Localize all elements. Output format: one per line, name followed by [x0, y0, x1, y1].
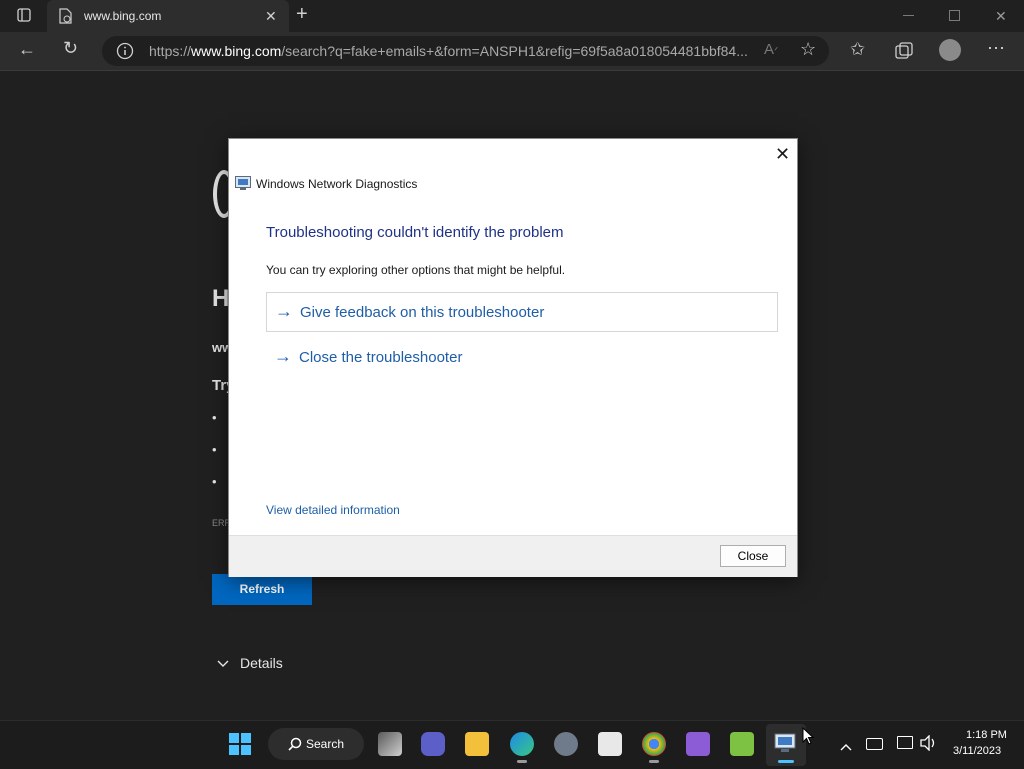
give-feedback-option[interactable]: → Give feedback on this troubleshooter — [266, 292, 778, 332]
network-diagnostics-icon — [235, 176, 251, 195]
option-label: Give feedback on this troubleshooter — [300, 304, 545, 321]
error-heading: H — [212, 285, 230, 312]
settings-icon[interactable] — [554, 732, 578, 756]
network-diagnostics-taskbar-icon[interactable] — [774, 733, 796, 758]
error-bullet: • — [212, 442, 217, 457]
network-icon[interactable] — [897, 736, 913, 749]
chrome-running-indicator — [649, 760, 659, 763]
task-view-icon[interactable] — [378, 732, 402, 756]
arrow-right-icon: → — [275, 301, 293, 321]
teams-chat-icon[interactable] — [421, 732, 445, 756]
dialog-close-icon[interactable]: ✕ — [775, 144, 790, 165]
read-aloud-icon[interactable]: Aᐟ — [764, 42, 778, 60]
close-button[interactable]: Close — [720, 545, 786, 567]
visual-studio-icon[interactable] — [686, 732, 710, 756]
site-info-icon[interactable] — [116, 42, 134, 65]
start-icon[interactable] — [228, 732, 252, 761]
edge-running-indicator — [517, 760, 527, 763]
search-label: Search — [306, 737, 345, 751]
new-tab-icon[interactable]: + — [296, 4, 308, 24]
dialog-footer — [229, 535, 797, 577]
clock-time[interactable]: 1:18 PM — [966, 729, 1007, 741]
dialog-description: You can try exploring other options that… — [266, 263, 566, 277]
page-favicon-icon — [58, 8, 72, 29]
microsoft-store-icon[interactable] — [598, 732, 622, 756]
chevron-down-icon[interactable] — [216, 656, 230, 674]
show-hidden-icons-chevron-icon[interactable] — [839, 739, 853, 757]
search-icon — [288, 737, 302, 756]
file-explorer-icon[interactable] — [465, 732, 489, 756]
add-favorite-icon[interactable]: ☆ — [800, 40, 816, 58]
chrome-icon[interactable] — [642, 732, 666, 756]
refresh-button[interactable]: Refresh — [212, 574, 312, 605]
profile-avatar[interactable] — [939, 39, 961, 61]
favorites-icon[interactable]: ✩ — [850, 40, 865, 58]
arrow-right-icon: → — [274, 346, 292, 366]
clock-date[interactable]: 3/11/2023 — [953, 745, 1001, 757]
tab-actions-icon[interactable] — [17, 8, 31, 26]
details-toggle[interactable]: Details — [240, 655, 283, 671]
mouse-cursor-icon — [802, 726, 815, 750]
minimize-icon[interactable] — [903, 15, 914, 16]
dialog-heading: Troubleshooting couldn't identify the pr… — [266, 224, 564, 241]
close-window-icon[interactable]: ✕ — [995, 8, 1007, 24]
restore-icon[interactable] — [949, 10, 960, 21]
dialog-title: Windows Network Diagnostics — [256, 177, 418, 191]
url-text: https://www.bing.com/search?q=fake+email… — [149, 43, 748, 59]
close-troubleshooter-option[interactable]: → Close the troubleshooter — [266, 338, 776, 376]
refresh-icon[interactable]: ↻ — [63, 39, 78, 57]
option-label: Close the troubleshooter — [299, 349, 463, 366]
active-app-indicator — [778, 760, 794, 763]
close-tab-icon[interactable]: ✕ — [265, 8, 277, 24]
error-bullet: • — [212, 474, 217, 489]
volume-icon[interactable] — [920, 734, 938, 756]
error-bullet: • — [212, 410, 217, 425]
tab-title: www.bing.com — [84, 9, 162, 23]
more-menu-icon[interactable]: ⋯ — [987, 39, 1005, 57]
view-details-link[interactable]: View detailed information — [266, 503, 400, 517]
collections-icon[interactable] — [895, 42, 913, 65]
back-icon[interactable]: ← — [18, 40, 36, 58]
network-diagnostics-dialog: ✕ Windows Network Diagnostics Troublesho… — [228, 138, 798, 577]
game-app-icon[interactable] — [730, 732, 754, 756]
keyboard-icon[interactable] — [866, 738, 883, 750]
edge-icon[interactable] — [510, 732, 534, 756]
